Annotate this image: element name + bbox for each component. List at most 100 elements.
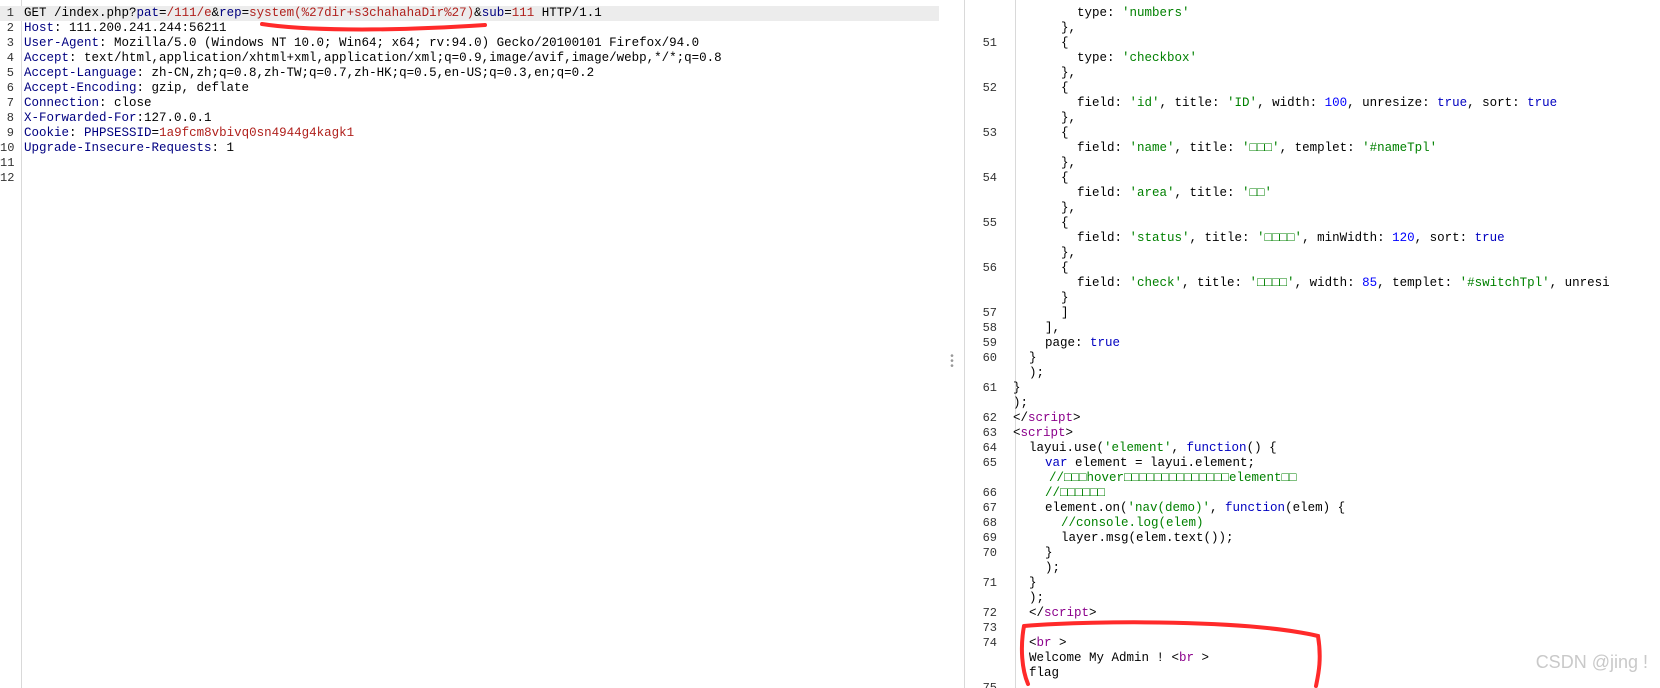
request-token: :127.0.0.1 xyxy=(136,111,212,125)
request-code-line: 4 Accept: text/html,application/xhtml+xml… xyxy=(0,51,939,66)
response-line-text: ); xyxy=(1029,366,1044,381)
request-line-number: 5 xyxy=(6,66,14,80)
response-token: ); xyxy=(1029,366,1045,380)
response-code-line: field: 'area', title: '□□' xyxy=(965,186,1660,201)
request-line-number: 10 xyxy=(0,141,15,155)
response-line-text: Welcome My Admin ! <br > xyxy=(1029,651,1209,666)
response-code-line: ); xyxy=(965,561,1660,576)
response-line-number: 73 xyxy=(982,621,997,635)
response-token: , unresi xyxy=(1549,276,1610,290)
response-token: }, xyxy=(1061,111,1077,125)
response-line-number: 52 xyxy=(982,81,997,95)
response-line-number: 74 xyxy=(982,636,997,650)
response-token: , sort: xyxy=(1467,96,1528,110)
pane-splitter[interactable]: • • • xyxy=(939,0,965,688)
response-line-text: }, xyxy=(1061,201,1076,216)
response-code-line: 51 { xyxy=(965,36,1660,51)
response-line-text: { xyxy=(1061,216,1069,231)
request-token: & xyxy=(211,6,220,20)
response-token: { xyxy=(1061,81,1069,95)
response-line-number: 66 xyxy=(982,486,997,500)
response-line-number: 75 xyxy=(982,681,997,688)
request-token: : gzip, deflate xyxy=(136,81,250,95)
response-token: { xyxy=(1061,36,1069,50)
response-token: { xyxy=(1061,216,1069,230)
response-token: '#nameTpl' xyxy=(1362,141,1438,155)
response-token: } xyxy=(1013,381,1021,395)
response-line-text: ); xyxy=(1045,561,1060,576)
response-token: , sort: xyxy=(1414,231,1475,245)
response-code-line: ); xyxy=(965,396,1660,411)
response-token: br xyxy=(1179,651,1195,665)
response-code-line: field: 'id', title: 'ID', width: 100, un… xyxy=(965,96,1660,111)
response-token: 100 xyxy=(1324,96,1348,110)
response-line-number: 60 xyxy=(982,351,997,365)
response-token: //□□□hover□□□□□□□□□□□□□□element□□ xyxy=(1049,471,1297,485)
watermark: CSDN @jing ! xyxy=(1535,652,1648,672)
response-code-line: type: 'checkbox' xyxy=(965,51,1660,66)
response-line-text: layui.use('element', function() { xyxy=(1029,441,1277,456)
response-code-line: 64 layui.use('element', function() { xyxy=(965,441,1660,456)
response-code-line: 69 layer.msg(elem.text()); xyxy=(965,531,1660,546)
response-code-line: field: 'check', title: '□□□□', width: 85… xyxy=(965,276,1660,291)
request-token: & xyxy=(474,6,482,20)
response-code-line: 55 { xyxy=(965,216,1660,231)
response-code-line: 67 element.on('nav(demo)', function(elem)… xyxy=(965,501,1660,516)
response-line-number: 57 xyxy=(982,306,997,320)
splitter-grip-icon[interactable]: • • • xyxy=(949,353,955,373)
response-token: '#switchTpl' xyxy=(1459,276,1550,290)
response-code-line: 63 <script> xyxy=(965,426,1660,441)
response-line-text: var element = layui.element; xyxy=(1045,456,1255,471)
response-line-text: //console.log(elem) xyxy=(1061,516,1204,531)
response-code-line: 72 </script> xyxy=(965,606,1660,621)
response-line-text: { xyxy=(1061,261,1069,276)
response-line-text: } xyxy=(1061,291,1069,306)
response-line-number: 70 xyxy=(982,546,997,560)
request-code-line: 7 Connection: close xyxy=(0,96,939,111)
response-line-number: 53 xyxy=(982,126,997,140)
response-line-text: <script> xyxy=(1013,426,1073,441)
response-token: 'nav(demo)' xyxy=(1127,501,1211,515)
response-token: '□□' xyxy=(1242,186,1273,200)
response-token: field: xyxy=(1077,276,1130,290)
response-line-text: </script> xyxy=(1029,606,1097,621)
request-token: : 1 xyxy=(211,141,235,155)
response-token: '□□□' xyxy=(1242,141,1280,155)
response-token: 'name' xyxy=(1129,141,1175,155)
response-code-line: 68 //console.log(elem) xyxy=(965,516,1660,531)
response-line-text: type: 'checkbox' xyxy=(1077,51,1197,66)
response-code-line: 54 { xyxy=(965,171,1660,186)
response-token: }, xyxy=(1061,156,1077,170)
request-token: GET /index.php? xyxy=(24,6,137,20)
response-line-text: type: 'numbers' xyxy=(1077,6,1190,21)
response-line-text: field: 'id', title: 'ID', width: 100, un… xyxy=(1077,96,1557,111)
request-line-text: Accept: text/html,application/xhtml+xml,… xyxy=(24,51,722,66)
request-code-line: 3 User-Agent: Mozilla/5.0 (Windows NT 10.… xyxy=(0,36,939,51)
response-code-line: 53 { xyxy=(965,126,1660,141)
response-token: page: xyxy=(1045,336,1091,350)
response-code-line: 74 <br > xyxy=(965,636,1660,651)
response-token: //console.log(elem) xyxy=(1061,516,1204,530)
response-line-text: { xyxy=(1061,36,1069,51)
response-line-text: { xyxy=(1061,81,1069,96)
response-editor[interactable]: type: 'numbers'}, 51{type: 'checkbox'}, 52… xyxy=(965,0,1660,688)
response-token: , title: xyxy=(1159,96,1228,110)
response-token: < xyxy=(1029,636,1037,650)
request-line-text: User-Agent: Mozilla/5.0 (Windows NT 10.0… xyxy=(24,36,699,51)
response-token: (elem) { xyxy=(1285,501,1346,515)
request-editor[interactable]: 1 GET /index.php?pat=/111/e&rep=system(%2… xyxy=(0,0,939,688)
request-code-line: 2 Host: 111.200.241.244:56211 xyxy=(0,21,939,36)
response-line-text: </script> xyxy=(1013,411,1081,426)
response-token: script xyxy=(1028,411,1074,425)
response-line-text: layer.msg(elem.text()); xyxy=(1061,531,1234,546)
response-token: , title: xyxy=(1174,141,1243,155)
request-code-line: 8 X-Forwarded-For:127.0.0.1 xyxy=(0,111,939,126)
response-token: type: xyxy=(1077,51,1123,65)
response-token: ); xyxy=(1029,591,1045,605)
response-token: element.on( xyxy=(1045,501,1128,515)
response-line-number: 54 xyxy=(982,171,997,185)
response-line-text: } xyxy=(1029,576,1037,591)
response-line-text: field: 'check', title: '□□□□', width: 85… xyxy=(1077,276,1610,291)
response-token: script xyxy=(1020,426,1066,440)
response-line-text: //□□□□□□ xyxy=(1045,486,1105,501)
